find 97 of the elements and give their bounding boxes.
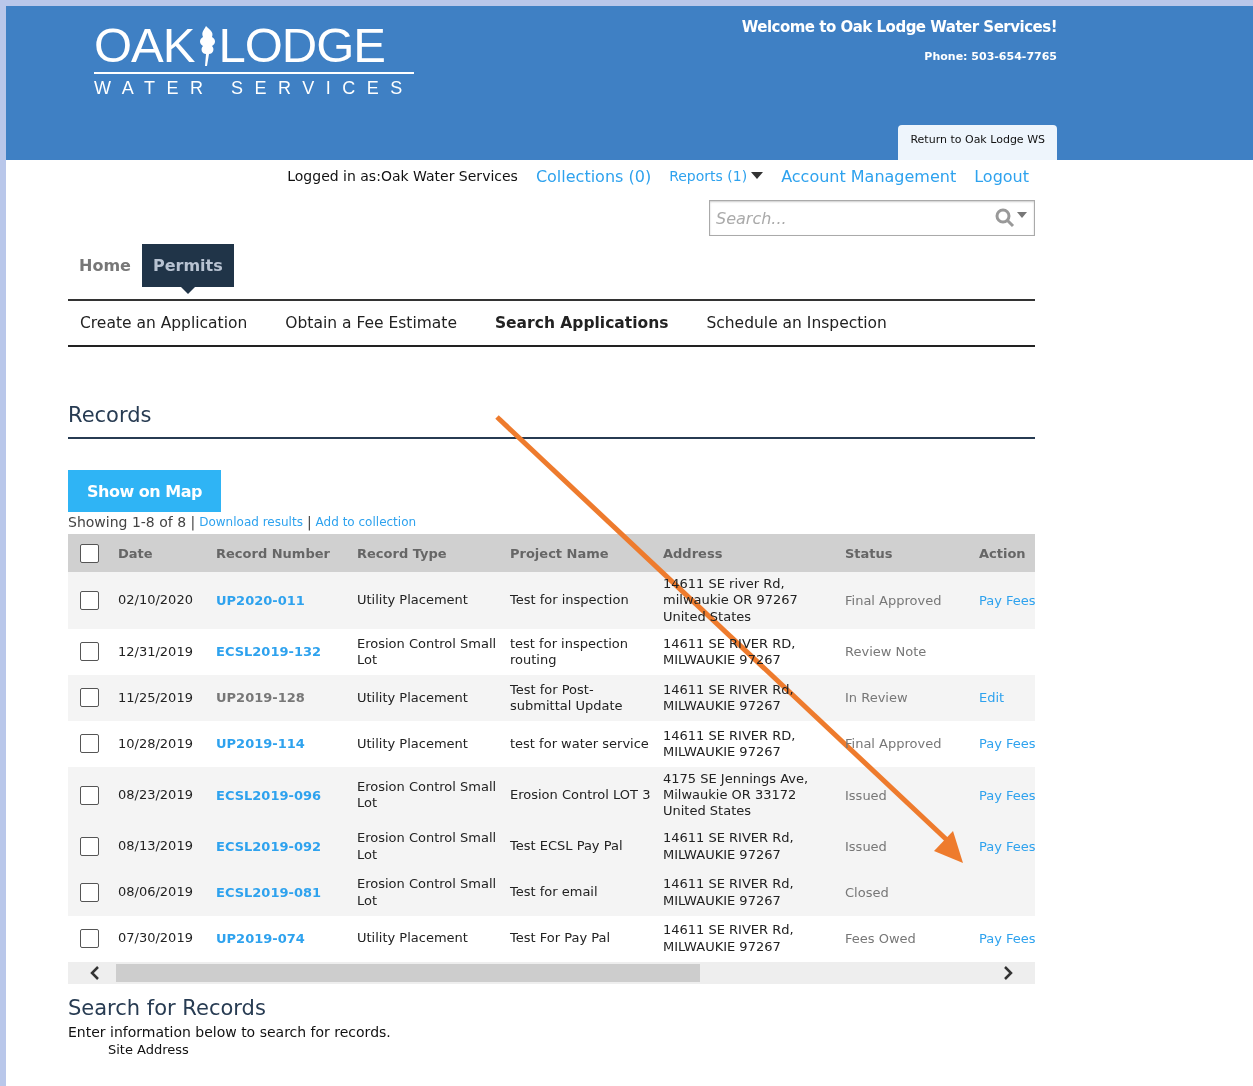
status-cell-text: Issued: [844, 839, 888, 854]
row-checkbox[interactable]: [80, 929, 99, 948]
status-cell-text: Fees Owed: [844, 931, 917, 946]
address-cell-text: 14611 SE RIVER Rd, MILWAUKIE 97267: [662, 830, 795, 863]
column-header[interactable]: Record Type: [347, 545, 500, 561]
separator-text: |: [306, 514, 312, 530]
caret-icon: [751, 172, 764, 180]
logo-text: OAK: [94, 20, 195, 70]
sub-nav-link[interactable]: Create an Application: [80, 314, 248, 332]
column-header[interactable]: Status: [835, 545, 969, 561]
record-type-cell-text: Utility Placement: [356, 592, 469, 609]
project-name-cell-text: Test For Pay Pal: [509, 930, 612, 947]
column-header[interactable]: Record Number: [206, 545, 347, 561]
project-name-cell-text: Erosion Control LOT 3: [509, 787, 652, 804]
download-link[interactable]: Download results: [199, 515, 303, 529]
column-header[interactable]: Address: [653, 545, 835, 561]
sub-nav-link[interactable]: Search Applications: [494, 314, 669, 332]
account-link[interactable]: Collections (0): [535, 166, 652, 186]
record-type-cell-text: Erosion Control Small Lot: [356, 635, 498, 668]
field-label: Site Address: [108, 1041, 190, 1057]
result-count: Showing 1-8 of 8 |: [68, 514, 196, 530]
date-cell-text: 12/31/2019: [117, 643, 194, 660]
tab-pointer-icon: [180, 287, 195, 294]
date-cell-text: 02/10/2020: [117, 592, 194, 609]
address-cell-text: 4175 SE Jennings Ave, Milwaukie OR 33172 United States: [662, 770, 810, 820]
select-all-checkbox[interactable]: [80, 543, 99, 563]
sub-nav-link[interactable]: Schedule an Inspection: [706, 314, 887, 332]
date-cell-text: 11/25/2019: [117, 689, 194, 706]
record-number-link[interactable]: UP2019-114: [206, 736, 347, 752]
show-on-map-button[interactable]: Show on Map: [68, 470, 221, 512]
record-type-cell-text: Utility Placement: [356, 930, 469, 947]
search-icon[interactable]: [995, 208, 1027, 228]
logo-text: LODGE: [218, 20, 386, 70]
date-cell-text: 07/30/2019: [117, 930, 194, 947]
status-cell-text: Review Note: [844, 644, 928, 660]
row-checkbox[interactable]: [80, 590, 99, 610]
column-header[interactable]: Action: [969, 545, 1035, 561]
status-cell-text: In Review: [844, 690, 909, 706]
logo-subtitle: WATER SERVICES: [94, 72, 414, 99]
search-field[interactable]: Search...: [709, 200, 1035, 236]
row-checkbox[interactable]: [80, 688, 99, 708]
horizontal-scrollbar[interactable]: [68, 961, 1035, 984]
add-to-collection-link[interactable]: Add to collection: [315, 515, 417, 529]
record-number-link[interactable]: ECSL2019-092: [206, 839, 347, 854]
action-link[interactable]: Pay Fees: [969, 592, 1036, 608]
record-type-cell-text: Utility Placement: [356, 735, 469, 752]
account-link[interactable]: Account Management: [781, 166, 957, 186]
date-cell-text: 08/13/2019: [117, 838, 194, 855]
return-tab[interactable]: Return to Oak Lodge WS: [898, 125, 1057, 160]
record-number-link[interactable]: ECSL2019-081: [206, 885, 347, 900]
record-type-cell-text: Erosion Control Small Lot: [356, 830, 498, 863]
record-number-link[interactable]: ECSL2019-132: [206, 644, 347, 660]
status-cell-text: Final Approved: [844, 592, 943, 608]
record-type-cell-text: Erosion Control Small Lot: [356, 876, 498, 909]
record-number-text: UP2019-128: [215, 690, 306, 706]
row-checkbox[interactable]: [80, 883, 99, 902]
action-link[interactable]: Pay Fees: [969, 787, 1036, 803]
record-number-link[interactable]: ECSL2019-096: [206, 787, 347, 803]
date-cell-text: 10/28/2019: [117, 735, 194, 752]
action-link[interactable]: Pay Fees: [969, 839, 1036, 854]
account-link[interactable]: Logout: [974, 166, 1029, 186]
row-checkbox[interactable]: [80, 785, 99, 805]
project-name-cell-text: Test for email: [509, 884, 599, 901]
row-checkbox[interactable]: [80, 734, 99, 754]
project-name-cell-text: Test ECSL Pay Pal: [509, 838, 624, 855]
nav-tab[interactable]: Home: [68, 244, 142, 287]
project-name-cell-text: Test for inspection: [509, 592, 630, 609]
row-checkbox[interactable]: [80, 642, 99, 662]
status-cell-text: Final Approved: [844, 736, 943, 752]
section-heading: Search for Records: [68, 995, 267, 1020]
column-header[interactable]: Date: [108, 545, 206, 561]
record-type-cell-text: Utility Placement: [356, 689, 469, 706]
reports-dropdown[interactable]: Reports (1): [669, 168, 764, 184]
record-number-link[interactable]: UP2020-011: [206, 592, 347, 608]
record-number-link[interactable]: UP2019-074: [206, 931, 347, 946]
project-name-cell-text: test for water service: [509, 735, 650, 752]
phone-text: Phone: 503-654-7765: [924, 50, 1057, 63]
logged-in-text: Logged in as:Oak Water Services: [287, 168, 518, 184]
section-heading: Records: [68, 403, 1035, 439]
action-link[interactable]: Edit: [969, 690, 1035, 706]
sub-nav-link[interactable]: Obtain a Fee Estimate: [285, 314, 457, 332]
address-cell-text: 14611 SE RIVER Rd, MILWAUKIE 97267: [662, 876, 795, 909]
status-cell-text: Issued: [844, 787, 888, 803]
action-link[interactable]: Pay Fees: [969, 931, 1036, 946]
welcome-text: Welcome to Oak Lodge Water Services!: [741, 18, 1057, 36]
address-cell-text: 14611 SE RIVER Rd, MILWAUKIE 97267: [662, 922, 795, 955]
record-type-cell-text: Erosion Control Small Lot: [356, 778, 498, 812]
project-name-cell-text: test for inspection routing: [509, 635, 630, 668]
instruction-text: Enter information below to search for records.: [68, 1023, 392, 1040]
project-name-cell-text: Test for Post-submittal Update: [509, 681, 624, 714]
status-cell-text: Closed: [844, 885, 890, 900]
address-cell-text: 14611 SE RIVER RD, MILWAUKIE 97267: [662, 727, 797, 760]
date-cell-text: 08/06/2019: [117, 884, 194, 901]
action-link[interactable]: Pay Fees: [969, 736, 1036, 752]
column-header[interactable]: Project Name: [500, 545, 653, 561]
row-checkbox[interactable]: [80, 837, 99, 856]
date-cell-text: 08/23/2019: [117, 787, 194, 804]
